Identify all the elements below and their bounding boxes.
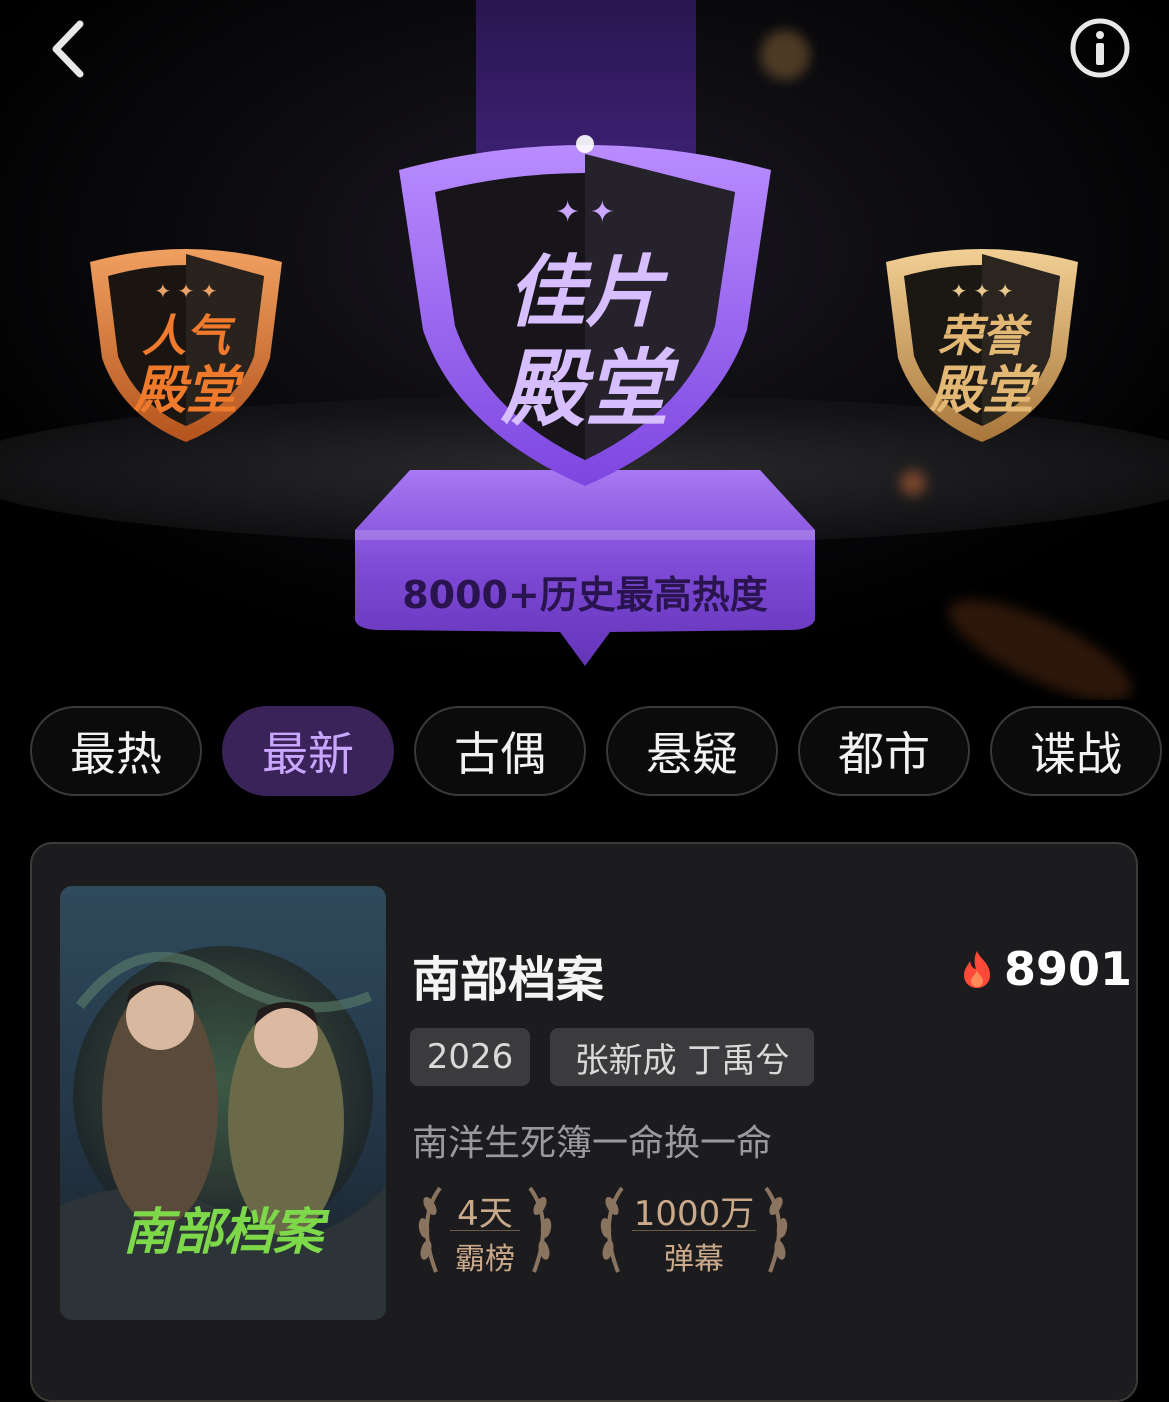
popularity-hall-badge[interactable]: ✦ ✦ ✦ 人气 殿堂 xyxy=(80,240,292,450)
lens-flare xyxy=(936,580,1144,700)
tab-espionage[interactable]: 谍战 xyxy=(990,706,1162,796)
best-films-hall-badge[interactable]: ✦ ✦ 佳片 殿堂 xyxy=(395,130,775,490)
chevron-left-icon xyxy=(52,20,84,78)
drama-title[interactable]: 南部档案 xyxy=(412,940,604,1010)
info-button[interactable] xyxy=(1068,16,1132,80)
left-badge-line2: 殿堂 xyxy=(133,361,238,421)
right-badge-line2: 殿堂 xyxy=(929,361,1034,421)
category-tabs: 最热 最新 古偶 悬疑 都市 谍战 xyxy=(0,706,1169,800)
drama-card[interactable]: 南部档案 南部档案 8901 2026 张新成 丁禹兮 南洋生死簿一命换一命 4… xyxy=(30,842,1138,1402)
award-value: 1000万 xyxy=(633,1194,755,1234)
lens-flare xyxy=(900,470,926,496)
cast-tag: 张新成 丁禹兮 xyxy=(550,1028,814,1086)
award-divider xyxy=(450,1230,520,1231)
tab-hottest[interactable]: 最热 xyxy=(30,706,202,796)
heat-value: 8901 xyxy=(1004,942,1133,996)
year-tag: 2026 xyxy=(410,1028,530,1086)
lens-flare xyxy=(760,30,810,80)
award-label: 霸榜 xyxy=(455,1242,515,1277)
award-top-chart: 4天 霸榜 xyxy=(410,1180,560,1280)
tab-urban[interactable]: 都市 xyxy=(798,706,970,796)
pedestal: 8000+历史最高热度 xyxy=(350,470,820,670)
heat-score: 8901 xyxy=(960,942,1132,996)
info-icon xyxy=(1070,18,1130,78)
tab-costume[interactable]: 古偶 xyxy=(414,706,586,796)
tab-suspense[interactable]: 悬疑 xyxy=(606,706,778,796)
drama-description: 南洋生死簿一命换一命 xyxy=(412,1123,773,1164)
flame-icon xyxy=(964,951,990,988)
pedestal-label: 8000+历史最高热度 xyxy=(402,573,768,617)
hero-banner: ✦ ✦ ✦ 人气 殿堂 ✦ ✦ ✦ 荣誉 殿堂 8000+历史最高热度 ✦ ✦ … xyxy=(0,0,1169,700)
poster-image[interactable]: 南部档案 xyxy=(60,886,386,1320)
poster-title: 南部档案 xyxy=(123,1203,323,1261)
award-label: 弹幕 xyxy=(664,1242,724,1277)
tab-newest[interactable]: 最新 xyxy=(222,706,394,796)
center-badge-line2: 殿堂 xyxy=(500,340,669,438)
honor-hall-badge[interactable]: ✦ ✦ ✦ 荣誉 殿堂 xyxy=(876,240,1088,450)
award-divider xyxy=(632,1230,756,1231)
svg-text:✦ ✦: ✦ ✦ xyxy=(555,195,615,230)
award-danmaku: 1000万 弹幕 xyxy=(592,1180,796,1280)
award-value: 4天 xyxy=(457,1194,513,1234)
back-button[interactable] xyxy=(36,14,106,84)
